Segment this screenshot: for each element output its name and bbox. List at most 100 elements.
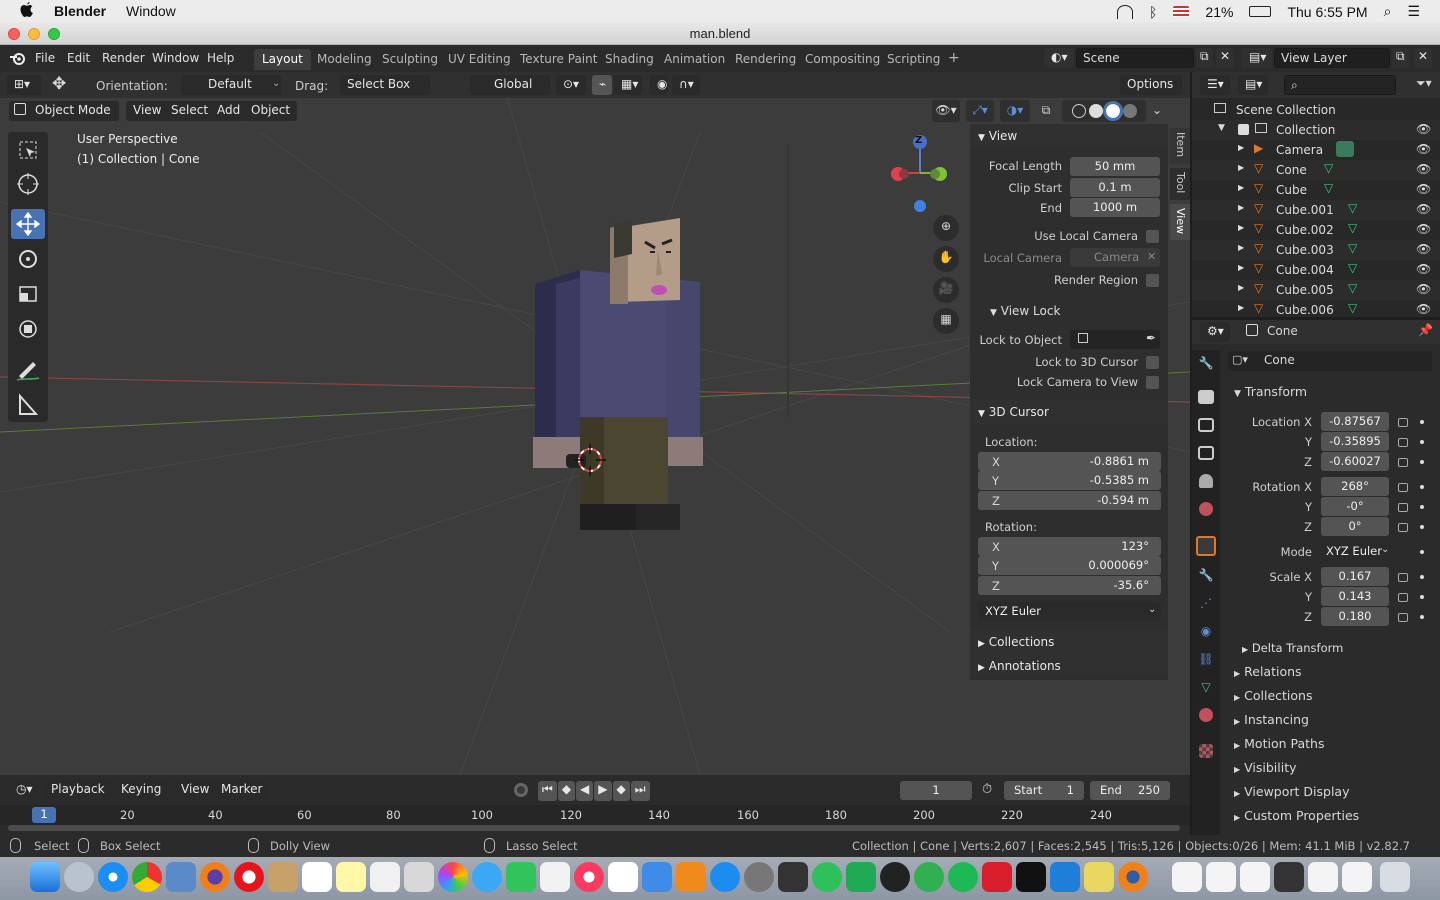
annotate-tool-icon[interactable] [11,354,45,384]
photos-icon[interactable] [438,862,468,892]
document-icon[interactable] [1308,862,1338,892]
tab-view[interactable]: View [1170,204,1190,240]
outliner-scene-collection[interactable]: Scene Collection [1192,100,1440,120]
eye-icon[interactable]: 👁 [1416,202,1431,216]
rotation-z-field[interactable]: 0° [1321,517,1389,536]
relations-section[interactable]: ▶ Relations [1222,661,1438,683]
document-icon[interactable] [1342,862,1372,892]
tab-layout[interactable]: Layout [254,49,311,70]
custom-properties-section[interactable]: ▶ Custom Properties [1222,805,1438,827]
options-dropdown[interactable]: Options [1120,75,1182,95]
motion-paths-section[interactable]: ▶ Motion Paths [1222,733,1438,755]
shading-options-icon[interactable]: ⌄ [1152,100,1166,122]
object-name-field[interactable]: Cone [1264,353,1295,367]
outliner-item[interactable]: ▶ ▽ Cone ▽ 👁 [1192,160,1440,180]
snap-target-icon[interactable]: ▦▾ [614,75,642,95]
view-layer-tab-icon[interactable] [1198,446,1214,460]
outliner-collection[interactable]: ▼ Collection 👁 [1192,120,1440,140]
overlays-icon[interactable]: ◑▾ [1000,100,1030,122]
mesh-data-icon[interactable]: ▽ [1348,221,1357,235]
calendar-icon[interactable] [302,862,332,892]
scene-tab-icon[interactable] [1199,474,1213,488]
view-layer-field[interactable]: View Layer [1274,48,1390,68]
viewport-menu-add[interactable]: Add [210,101,248,121]
timeline-menu-playback[interactable]: Playback [44,780,112,800]
add-workspace-button[interactable]: + [940,47,968,68]
transform-orientation-dropdown[interactable]: Global [470,75,550,95]
menu-window[interactable]: Window [126,3,176,19]
books-icon[interactable] [676,862,706,892]
visibility-section[interactable]: ▶ Visibility [1222,757,1438,779]
cursor-rotation-x-field[interactable]: 123° [978,537,1161,556]
cursor-rotation-mode-dropdown[interactable]: XYZ Euler [978,602,1161,621]
cursor-location-z-field[interactable]: -0.594 m [978,491,1161,510]
clock[interactable]: Thu 6:55 PM [1287,4,1367,20]
keyframe-dot-icon[interactable] [1420,420,1424,424]
menu-render[interactable]: Render [102,51,145,65]
viewport-menu-view[interactable]: View [126,101,169,121]
record-icon[interactable] [514,783,528,797]
eye-icon[interactable]: 👁 [1416,282,1431,296]
panel-collections-header[interactable]: ▶ Collections [970,630,1168,654]
safari-icon[interactable] [98,862,128,892]
output-tab-icon[interactable] [1198,418,1214,432]
viewport-menu-select[interactable]: Select [164,101,216,121]
bluetooth-icon[interactable]: ᛒ [1149,4,1157,20]
timeline-menu-keying[interactable]: Keying [114,780,169,800]
new-scene-icon[interactable]: ⧉ [1196,48,1213,68]
current-frame-field[interactable]: 1 [900,781,972,800]
delta-transform-subpanel[interactable]: ▶ Delta Transform [1242,641,1343,655]
select-box-tool-icon[interactable] [11,135,45,165]
constraints-tab-icon[interactable]: ⛓ [1196,652,1216,672]
tab-compositing[interactable]: Compositing [797,49,888,70]
node-icon[interactable] [846,862,876,892]
keyframe-dot-icon[interactable] [1420,505,1424,509]
lock-icon[interactable] [1398,593,1408,602]
tab-item[interactable]: Item [1170,128,1190,164]
location-x-field[interactable]: -0.87567 [1321,412,1389,431]
lock-icon[interactable] [1398,613,1408,622]
physics-tab-icon[interactable]: ◉ [1196,624,1216,644]
app-store-icon[interactable] [710,862,740,892]
keyframe-dot-icon[interactable] [1420,575,1424,579]
blender-logo-icon[interactable] [9,51,27,65]
keyframe-dot-icon[interactable] [1420,460,1424,464]
visibility-icon[interactable]: 👁▾ [932,100,960,122]
spotify-icon[interactable] [948,862,978,892]
zoom-icon[interactable]: ⊕ [933,215,959,241]
reminders-icon[interactable] [370,862,400,892]
eye-icon[interactable]: 👁 [1416,142,1431,156]
outliner-search-input[interactable]: ⌕ [1284,75,1396,95]
render-tab-icon[interactable] [1198,390,1214,404]
rendered-shading-icon[interactable] [1122,104,1137,118]
chrome-icon[interactable] [132,862,162,892]
lock-icon[interactable] [1398,503,1408,512]
use-local-camera-checkbox[interactable] [1146,230,1159,243]
document-icon[interactable] [1240,862,1270,892]
scale-tool-icon[interactable] [11,279,45,309]
tab-rendering[interactable]: Rendering [727,49,804,70]
lock-icon[interactable] [1398,523,1408,532]
prev-keyframe-icon[interactable]: ◆ [557,781,576,801]
falloff-icon[interactable]: ∩▾ [672,75,700,95]
lock-camera-checkbox[interactable] [1146,376,1159,389]
material-tab-icon[interactable] [1199,708,1213,722]
measure-tool-icon[interactable] [11,389,45,419]
cursor-location-x-field[interactable]: -0.8861 m [978,452,1161,471]
outliner-item[interactable]: ▶ ▽ Cube ▽ 👁 [1192,180,1440,200]
tab-uv-editing[interactable]: UV Editing [440,49,519,70]
pan-hand-icon[interactable]: ✋ [933,246,959,272]
collections-section[interactable]: ▶ Collections [1222,685,1438,707]
mesh-data-icon[interactable]: ▽ [1324,181,1333,195]
vscode-icon[interactable] [1050,862,1080,892]
finder-icon[interactable] [30,862,60,892]
jump-start-icon[interactable]: ⏮ [538,781,557,801]
move-tool-icon[interactable] [11,209,45,239]
transform-tool-icon[interactable] [11,314,45,344]
cursor-location-y-field[interactable]: -0.5385 m [978,471,1161,490]
tab-animation[interactable]: Animation [656,49,733,70]
lock-icon[interactable] [1398,458,1408,467]
wifi-icon[interactable] [1117,4,1133,19]
instancing-section[interactable]: ▶ Instancing [1222,709,1438,731]
menu-help[interactable]: Help [207,51,234,65]
